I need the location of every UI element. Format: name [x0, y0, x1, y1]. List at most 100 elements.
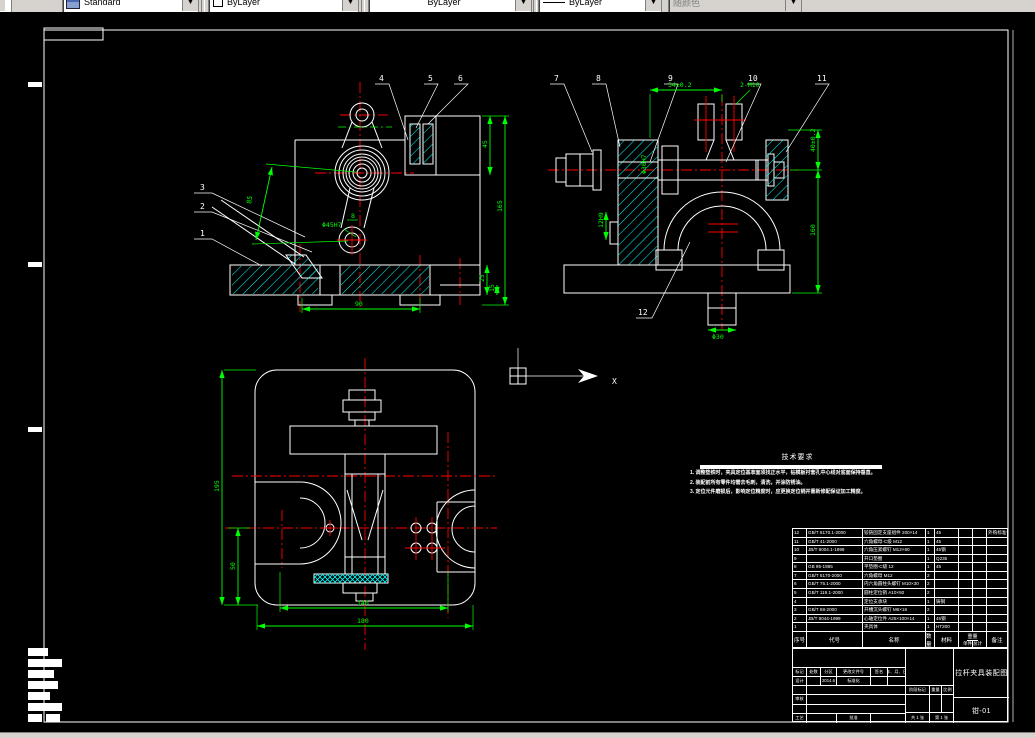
bom-cell: Q235: [935, 554, 959, 563]
bom-cell: 9: [793, 554, 807, 563]
bom-cell: [807, 554, 863, 563]
bom-cell: [987, 615, 1007, 623]
technical-notes: 技术要求 1. 调整垫铁时，夹具定位基准面须找正水平，钻模板衬套孔中心线对底面保…: [690, 452, 905, 498]
bom-cell: 夹具体: [863, 623, 926, 631]
drawing-number: 钳-01: [971, 707, 992, 715]
bom-row: 9 开口垫圈 1 Q235: [792, 553, 1008, 563]
bom-cell: 1: [926, 597, 935, 606]
bom-subheader: 总计: [973, 641, 982, 646]
color-swatch-icon: [213, 0, 223, 7]
bom-row: 6 GB/T 75.1-2000 内六角圆柱头螺钉 M10×30 2: [792, 579, 1008, 589]
plan-view: 140 180 50 195: [213, 358, 497, 650]
front-view: 3 2 1 4 5 6 85 Φ45H7 8 90 165 45 25 15: [194, 74, 509, 313]
bom-cell: [973, 554, 987, 563]
bom-cell: 1: [926, 614, 935, 623]
chevron-down-icon[interactable]: ▼: [645, 0, 661, 11]
callout-11: 11: [817, 74, 827, 83]
bom-cell: GB/T 6170.1-2000: [807, 529, 863, 537]
bom-cell: [973, 580, 987, 589]
dim-front-step: 15: [488, 284, 496, 292]
tb-sheets-total: 共 1 张: [906, 713, 930, 723]
bom-cell: [987, 546, 1007, 554]
bom-cell: 圆柱定位销 A10×50: [863, 589, 926, 597]
bom-row: 8 GB 95-1985 平垫圈-C级 12 1 45: [792, 562, 1008, 571]
toolbar-separator: [361, 0, 365, 12]
bom-cell: 4: [793, 597, 807, 606]
bom-cell: 心轴定位件 A25×100×14: [863, 614, 926, 623]
plotstyle-value: 随颜色: [673, 0, 701, 8]
bom-cell: [959, 580, 973, 589]
bom-header: 数量: [926, 632, 935, 648]
bom-cell: [959, 614, 973, 623]
dim-side-topwidth: 34±0.2: [668, 81, 692, 89]
dim-front-total-height: 165: [496, 200, 504, 212]
bom-cell: [973, 537, 987, 546]
bom-header: 代号: [807, 632, 863, 647]
dim-front-block-h: 45: [481, 140, 489, 148]
bom-cell: [935, 589, 959, 597]
bom-cell: [959, 571, 973, 580]
chevron-down-icon[interactable]: ▼: [182, 0, 198, 11]
bom-cell: 5: [793, 589, 807, 597]
bom-cell: [987, 589, 1007, 597]
bom-row: 11 GB/T 41-2000 六角螺母-C级 M12 1 45: [792, 536, 1008, 546]
style-icon: [66, 0, 80, 9]
bom-cell: [935, 571, 959, 580]
tb-rev-header: 分区: [821, 667, 837, 677]
linetype-value: ByLayer: [427, 0, 461, 7]
chevron-down-icon[interactable]: ▼: [342, 0, 358, 11]
bom-cell: [973, 606, 987, 614]
drawing-canvas[interactable]: 3 2 1 4 5 6 85 Φ45H7 8 90 165 45 25 15 7…: [0, 12, 1035, 732]
bom-cell: 6: [793, 580, 807, 589]
chevron-down-icon: ▼: [785, 0, 801, 11]
side-view: 7 8 9 10 11 12 34±0.2 2-M10 40±0.2 160 Φ…: [548, 74, 830, 341]
bom-row: 4 定位支承块 1 铸钢: [792, 596, 1008, 606]
bom-header: 备注: [991, 637, 1003, 644]
callout-3: 3: [200, 183, 205, 192]
bom-cell: JB/T 8044-1999: [807, 614, 863, 623]
drawing-title: 拉杆夹具装配图: [954, 649, 1009, 698]
bom-cell: [959, 563, 973, 571]
dim-side-key: 12H9: [597, 212, 605, 228]
callout-2: 2: [200, 202, 205, 211]
bom-cell: HT200: [935, 623, 959, 631]
callout-8: 8: [596, 74, 601, 83]
tb-design-label: 设计: [793, 676, 807, 686]
chevron-down-icon[interactable]: ▼: [0, 0, 5, 11]
bom-row: 2 JB/T 8044-1999 心轴定位件 A25×100×14 1 45钢: [792, 613, 1008, 623]
bom-cell: 12: [793, 529, 807, 537]
bom-cell: [973, 571, 987, 580]
bom-cell: 45: [935, 537, 959, 546]
color-value: ByLayer: [227, 0, 261, 7]
bom-cell: 外购标准件: [988, 530, 1007, 535]
bom-header: 序号: [793, 632, 807, 647]
bom-row: 12 GB/T 6170.1-2000 铰链固定支座组件 200×14 1 45 外购标准…: [792, 528, 1008, 537]
bom-cell: [973, 589, 987, 597]
dim-side-bottom: Φ30: [712, 333, 724, 341]
dim-front-base-h: 25: [478, 274, 486, 282]
bom-header: 材料: [935, 632, 959, 647]
bom-cell: 六角螺母 M12: [863, 571, 926, 580]
note-item: 2. 装配前所有零件均需去毛刺，清洗，并涂防锈油。: [690, 479, 806, 486]
bom-row: 10 JB/T 8004.1-1999 六角压紧螺钉 M12×60 1 45钢: [792, 545, 1008, 554]
tb-rev-header: 更改文件号: [837, 667, 871, 677]
callout-4: 4: [379, 74, 384, 83]
bom-cell: [959, 623, 973, 631]
tb-rev-header: 处数: [807, 667, 821, 677]
bom-cell: GB/T 75.1-2000: [807, 580, 863, 589]
dim-side-thread: 2-M10: [740, 81, 760, 89]
bom-cell: [959, 537, 973, 546]
bom-cell: 2: [926, 606, 935, 614]
callout-6: 6: [458, 74, 463, 83]
chevron-down-icon[interactable]: ▼: [515, 0, 531, 11]
tb-rev-header: 标记: [793, 667, 807, 677]
bom-cell: [987, 623, 1007, 631]
bom-header-weight: 重量: [967, 633, 978, 641]
bom-cell: [973, 623, 987, 631]
bom-subheader: 单件: [963, 641, 973, 647]
bom-cell: 7: [793, 571, 807, 580]
lineweight-swatch-icon: [543, 1, 565, 3]
section-label: X: [612, 377, 617, 386]
bom-cell: 内六角圆柱头螺钉 M10×30: [863, 580, 926, 589]
bom-cell: [987, 598, 1007, 606]
